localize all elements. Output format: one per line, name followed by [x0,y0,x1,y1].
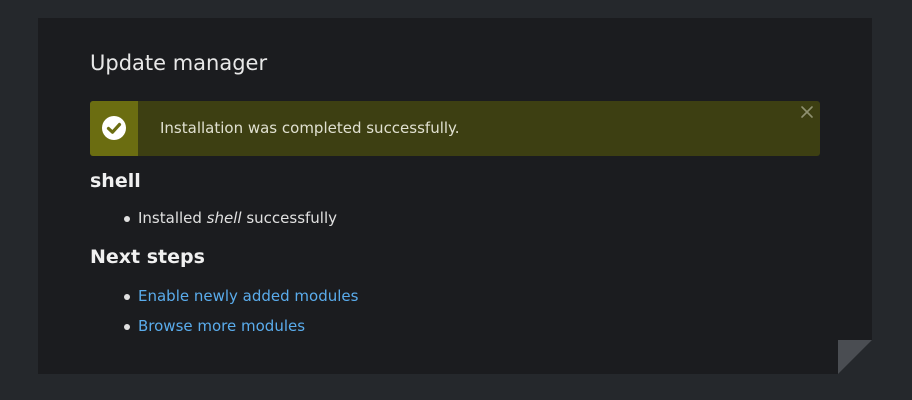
page-title: Update manager [90,51,268,75]
enable-modules-link[interactable]: Enable newly added modules [138,287,358,305]
list-item: Enable newly added modules [122,286,358,316]
page-fold-icon [838,340,872,374]
main-panel: Update manager Installation was complete… [38,18,872,374]
close-icon[interactable] [800,104,814,118]
next-steps-list: Enable newly added modules Browse more m… [122,286,358,346]
result-prefix: Installed [138,209,207,227]
result-suffix: successfully [241,209,338,227]
message-text: Installation was completed successfully. [160,119,460,137]
bullet [124,324,130,330]
browse-modules-link[interactable]: Browse more modules [138,317,305,335]
list-item: Installed shell successfully [122,208,337,238]
module-heading: shell [90,170,141,192]
list-item: Browse more modules [122,316,358,346]
next-steps-heading: Next steps [90,246,205,268]
bullet [124,216,130,222]
module-result-list: Installed shell successfully [122,208,337,238]
result-module-name: shell [206,209,242,227]
message-icon-area [90,101,138,156]
bullet [124,294,130,300]
status-message: Installation was completed successfully. [90,101,820,156]
check-circle-icon [102,116,126,140]
